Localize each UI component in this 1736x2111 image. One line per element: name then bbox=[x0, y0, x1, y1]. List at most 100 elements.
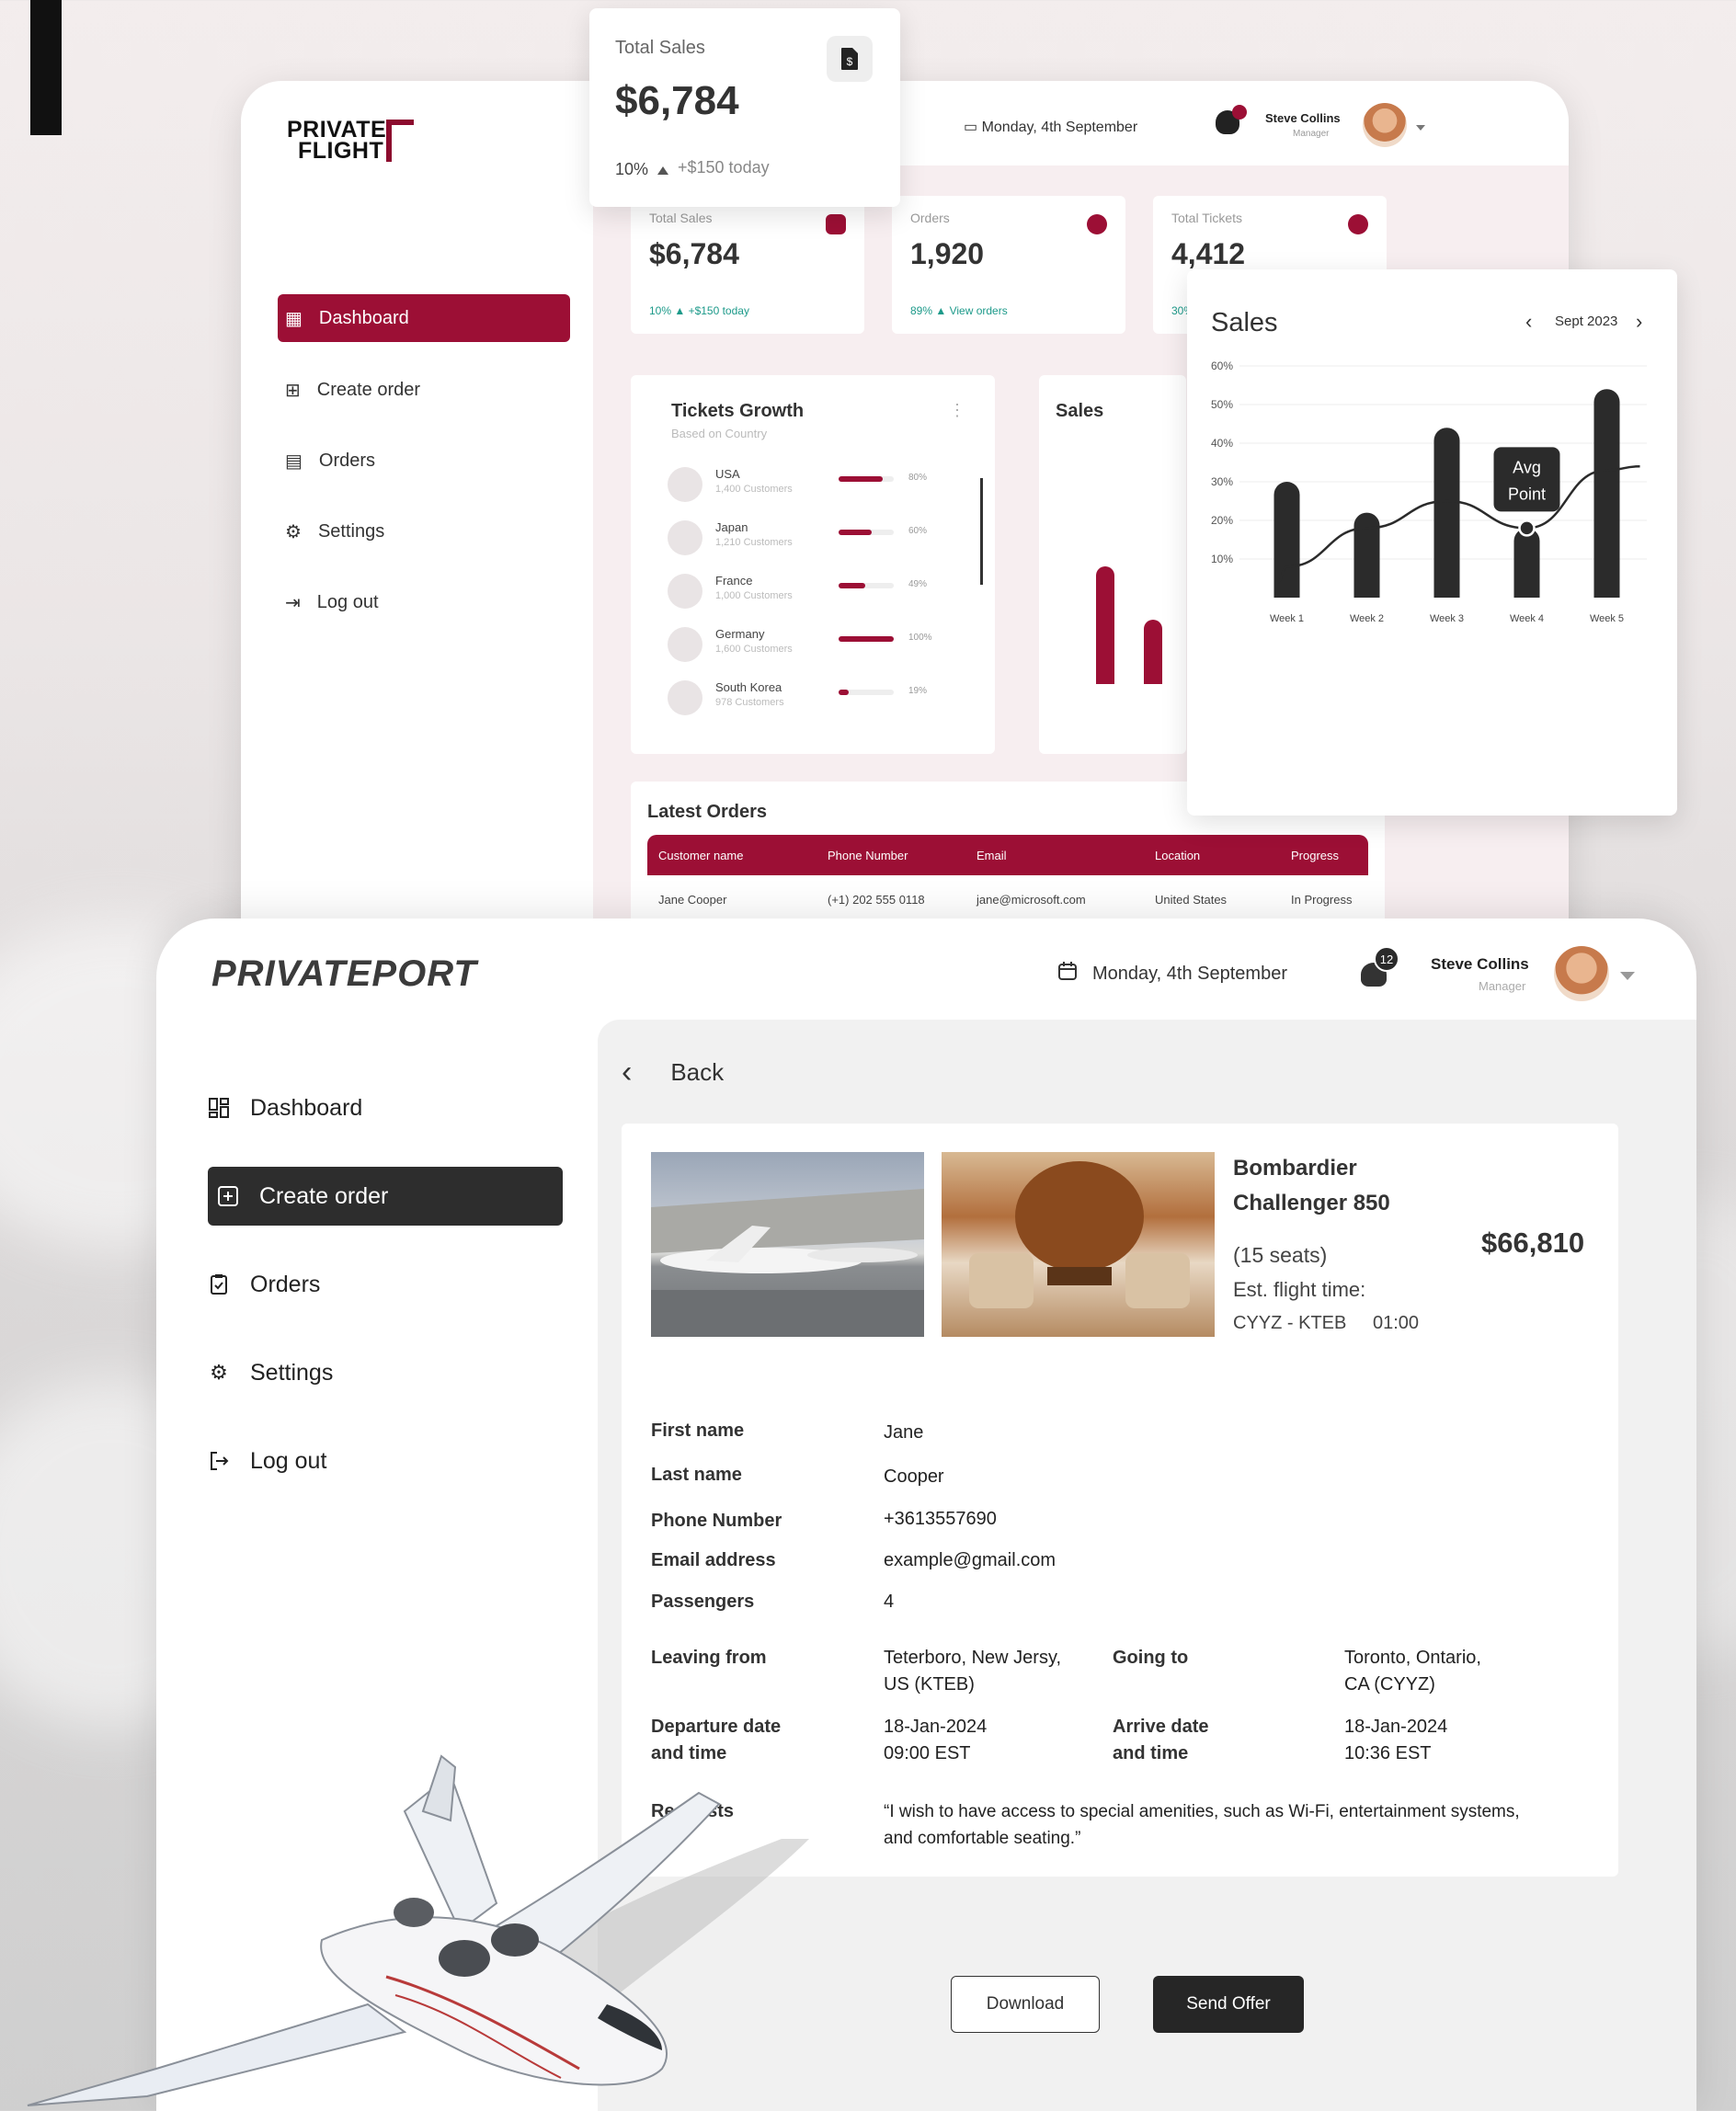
bar bbox=[1353, 512, 1380, 598]
floating-sales-chart-card: Sales ‹ Sept 2023 › 60% 50% 40% 30% 20% 10% We… bbox=[1187, 269, 1677, 816]
value-arrive: 18-Jan-2024 10:36 EST bbox=[1344, 1717, 1448, 1763]
country-name: Japan bbox=[715, 520, 748, 534]
list-item: South Korea 978 Customers 19% bbox=[668, 680, 943, 717]
country-flag bbox=[668, 520, 702, 555]
country-flag bbox=[668, 627, 702, 662]
y-tick-label: 40% bbox=[1211, 437, 1233, 450]
calendar-icon: ▭ bbox=[964, 120, 978, 135]
list-item: France 1,000 Customers 49% bbox=[668, 574, 943, 610]
label-first-name: First name bbox=[651, 1421, 745, 1441]
avatar[interactable] bbox=[1363, 103, 1407, 147]
total-sales-label: Total Sales bbox=[615, 38, 705, 58]
bar bbox=[1433, 428, 1460, 598]
flight-route: CYYZ - KTEB bbox=[1233, 1313, 1347, 1333]
bar bbox=[1513, 528, 1540, 598]
value-requests: “I wish to have access to special amenit… bbox=[884, 1802, 1520, 1848]
y-tick-label: 60% bbox=[1211, 359, 1233, 372]
sidebar-item-label: Dashboard bbox=[250, 1094, 363, 1121]
dash-nav-create-order[interactable]: ⊞ Create order bbox=[278, 366, 570, 414]
sidebar-item-orders[interactable]: Orders bbox=[208, 1255, 563, 1314]
progress-fill bbox=[839, 690, 850, 695]
notification-dot bbox=[1232, 105, 1247, 120]
cell: United States bbox=[1155, 892, 1228, 907]
col-progress: Progress bbox=[1291, 848, 1340, 862]
privateport-logo: PRIVATEPORT bbox=[211, 953, 477, 994]
progress-fill bbox=[839, 476, 883, 482]
header-date-text: Monday, 4th September bbox=[1092, 963, 1287, 984]
chevron-down-icon[interactable] bbox=[1416, 125, 1425, 131]
avg-point-marker bbox=[1518, 519, 1536, 537]
user-role: Manager bbox=[1479, 979, 1526, 993]
orders-icon bbox=[1087, 214, 1107, 234]
sidebar-item-create-order[interactable]: Create order bbox=[208, 1167, 563, 1226]
back-button[interactable]: ‹ Back bbox=[622, 1056, 724, 1088]
total-sales-value: $6,784 bbox=[615, 78, 739, 123]
back-label: Back bbox=[670, 1057, 725, 1086]
country-flag bbox=[668, 574, 702, 609]
country-pct: 100% bbox=[908, 633, 932, 643]
chevron-left-icon: ‹ bbox=[622, 1055, 633, 1090]
x-tick-label: Week 4 bbox=[1510, 613, 1544, 624]
bar bbox=[1593, 389, 1620, 598]
cell: (+1) 202 555 0118 bbox=[828, 892, 925, 907]
download-button[interactable]: Download bbox=[951, 1976, 1100, 2033]
floating-total-sales-card: Total Sales $6,784 10% +$150 today $ bbox=[589, 8, 900, 207]
list-item: Japan 1,210 Customers 60% bbox=[668, 520, 943, 557]
bell-icon[interactable]: 12 bbox=[1361, 946, 1399, 987]
country-flag bbox=[668, 680, 702, 715]
country-flag bbox=[668, 467, 702, 502]
chevron-down-icon[interactable] bbox=[1620, 972, 1635, 980]
bell-icon[interactable] bbox=[1216, 105, 1247, 134]
clipboard-icon bbox=[208, 1273, 230, 1295]
country-pct: 49% bbox=[908, 579, 928, 589]
x-tick-label: Week 1 bbox=[1270, 613, 1304, 624]
tickets-growth-subtitle: Based on Country bbox=[671, 427, 768, 440]
dash-sidebar: ▦ Dashboard ⊞ Create order ▤ Orders ⚙ Settin… bbox=[241, 165, 590, 1000]
country-name: USA bbox=[715, 467, 740, 481]
send-offer-button[interactable]: Send Offer bbox=[1153, 1976, 1304, 2033]
x-tick-label: Week 2 bbox=[1350, 613, 1384, 624]
offer-price: $66,810 bbox=[1481, 1227, 1585, 1259]
y-tick-label: 50% bbox=[1211, 398, 1233, 411]
table-row[interactable]: Jane Cooper (+1) 202 555 0118 jane@micro… bbox=[647, 881, 1368, 918]
y-tick-label: 20% bbox=[1211, 514, 1233, 527]
tooltip-text: Avg bbox=[1513, 458, 1541, 476]
bar bbox=[1273, 482, 1300, 598]
value-email: example@gmail.com bbox=[884, 1550, 1056, 1570]
label-going-to: Going to bbox=[1113, 1648, 1189, 1668]
dashboard-icon: ▦ bbox=[285, 308, 303, 329]
tooltip-text: Point bbox=[1508, 485, 1546, 503]
label-passengers: Passengers bbox=[651, 1592, 755, 1612]
value-passengers: 4 bbox=[884, 1592, 895, 1612]
dash-nav-orders[interactable]: ▤ Orders bbox=[278, 437, 570, 485]
logout-icon: ⇥ bbox=[285, 592, 301, 613]
progress-fill bbox=[839, 530, 872, 535]
sidebar-item-label: Orders bbox=[250, 1271, 321, 1297]
list-item: Germany 1,600 Customers 100% bbox=[668, 627, 943, 664]
more-icon[interactable]: ⋮ bbox=[949, 401, 965, 420]
value-leaving-from: Teterboro, New Jersy, US (KTEB) bbox=[884, 1648, 1062, 1695]
jet-exterior-photo bbox=[651, 1152, 924, 1337]
jet-interior-photo bbox=[942, 1152, 1215, 1337]
document-dollar-icon[interactable]: $ bbox=[827, 36, 873, 82]
mini-bar bbox=[1096, 566, 1114, 684]
sidebar-item-settings[interactable]: ⚙ Settings bbox=[208, 1343, 563, 1402]
gear-icon: ⚙ bbox=[210, 1361, 228, 1384]
x-tick-label: Week 3 bbox=[1430, 613, 1464, 624]
dash-nav-logout[interactable]: ⇥ Log out bbox=[278, 578, 570, 626]
progress-fill bbox=[839, 583, 866, 588]
list-item: USA 1,400 Customers 80% bbox=[668, 467, 943, 504]
dash-nav-settings[interactable]: ⚙ Settings bbox=[278, 508, 570, 555]
dash-nav-dashboard[interactable]: ▦ Dashboard bbox=[278, 294, 570, 342]
dashboard-icon bbox=[208, 1097, 230, 1119]
sidebar-item-dashboard[interactable]: Dashboard bbox=[208, 1078, 563, 1137]
sidebar-item-logout[interactable]: Log out bbox=[208, 1432, 563, 1490]
progress-fill bbox=[839, 636, 894, 642]
country-customers: 978 Customers bbox=[715, 697, 784, 708]
label-email: Email address bbox=[651, 1550, 776, 1570]
country-customers: 1,000 Customers bbox=[715, 590, 793, 601]
value-phone: +3613557690 bbox=[884, 1509, 997, 1529]
avatar[interactable] bbox=[1554, 946, 1609, 1001]
scrollbar[interactable] bbox=[980, 478, 983, 585]
svg-text:$: $ bbox=[847, 55, 853, 68]
